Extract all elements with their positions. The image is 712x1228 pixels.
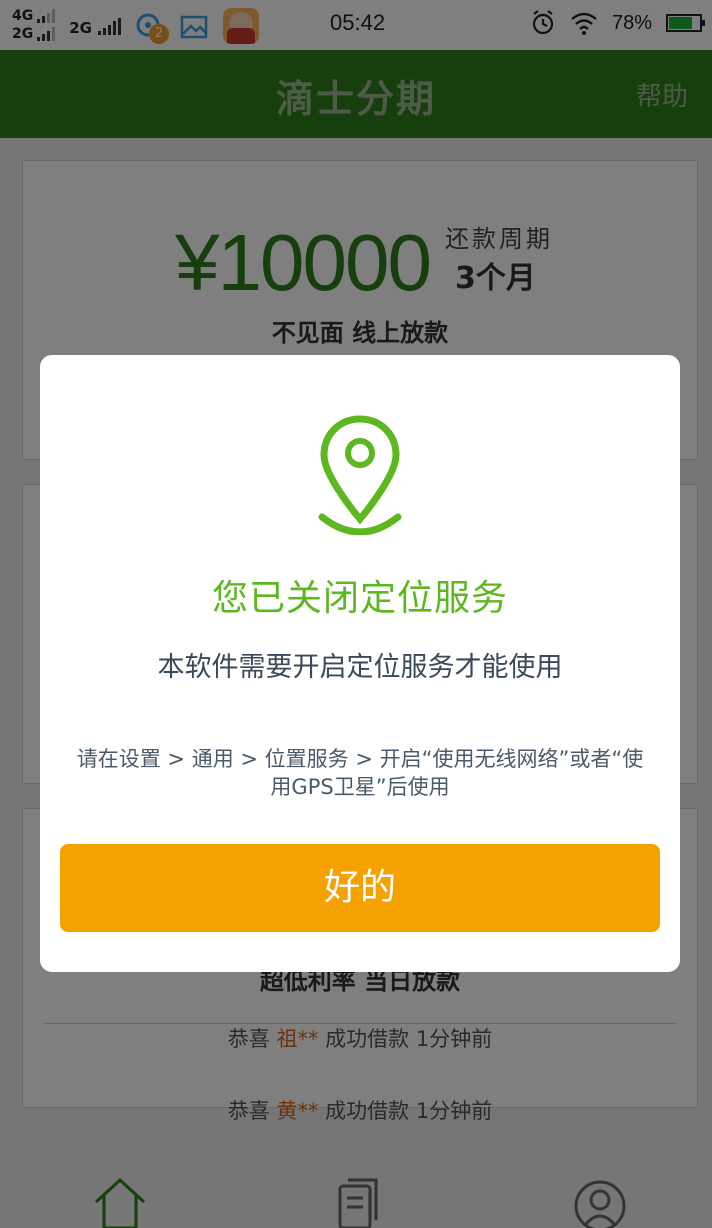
dialog-title: 您已关闭定位服务 [211,578,508,619]
location-disabled-dialog: 您已关闭定位服务 本软件需要开启定位服务才能使用 请在设置 > 通用 > 位置服… [40,355,680,972]
dialog-hint: 请在设置 > 通用 > 位置服务 > 开启“使用无线网络”或者“使用GPS卫星”… [76,747,644,799]
location-pin-icon [318,415,402,535]
ok-button[interactable]: 好的 [60,844,660,932]
dialog-subtitle: 本软件需要开启定位服务才能使用 [157,652,563,683]
